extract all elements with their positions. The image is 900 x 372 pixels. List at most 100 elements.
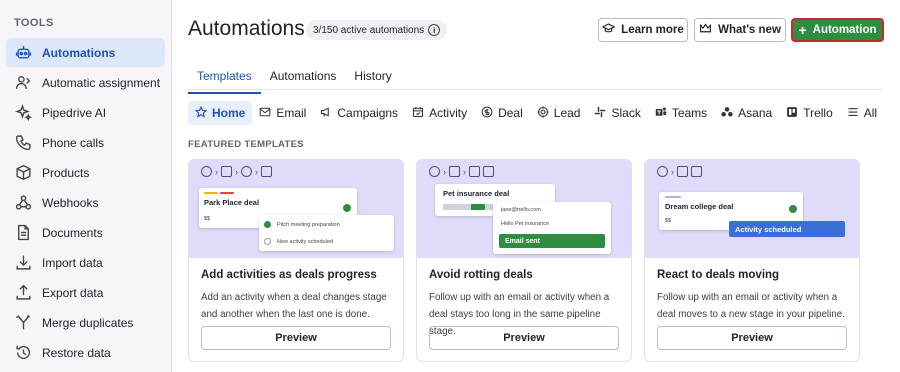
filter-label: Email [276,106,307,120]
filter-label: Teams [671,106,708,120]
deal-amount: $$ [665,218,672,224]
filter-label: Trello [803,106,833,120]
filter-all[interactable]: All [840,101,884,125]
star-icon [194,105,208,121]
learn-more-label: Learn more [621,24,684,36]
sidebar-item-products[interactable]: Products [6,158,165,187]
filter-teams[interactable]: Teams [648,101,714,125]
dollar-icon [429,166,440,177]
robot-icon [14,44,32,62]
email-subject: Hello Pet Insurance [501,221,549,227]
sidebar-item-label: Restore data [42,345,111,360]
card-illustration: › Dream college deal $$ Activity schedul… [645,160,859,258]
filter-slack[interactable]: Slack [587,101,647,125]
box-icon [14,164,32,182]
calendar-icon [469,166,480,177]
template-card[interactable]: › Dream college deal $$ Activity schedul… [644,159,860,362]
sidebar-item-export-data[interactable]: Export data [6,278,165,307]
sidebar-item-phone-calls[interactable]: Phone calls [6,128,165,157]
whats-new-button[interactable]: What's new [694,18,786,42]
workflow-steps: › [657,166,702,177]
calendar-icon [677,166,688,177]
filter-label: Deal [498,106,523,120]
card-description: Add an activity when a deal changes stag… [201,292,387,320]
sidebar-item-label: Import data [42,255,103,270]
webhook-icon [14,194,32,212]
card-description: Follow up with an email or activity when… [657,292,845,320]
sidebar-item-label: Automations [42,45,116,60]
tabs-divider [188,89,882,90]
teams-icon [655,106,667,121]
sidebar-item-documents[interactable]: Documents [6,218,165,247]
status-dot [343,204,351,212]
activity-scheduled-status: Activity scheduled [729,221,845,237]
plus-icon: + [798,22,807,38]
slack-icon [594,106,606,121]
sidebar-item-label: Phone calls [42,135,105,150]
active-count-text: 3/150 active automations [313,24,425,36]
dollar-icon [201,166,212,177]
preview-button[interactable]: Preview [201,326,391,350]
calendar-icon [261,166,272,177]
category-filters: Home Email Campaigns Activity Deal Lead … [188,101,884,125]
filter-label: Activity [429,106,468,120]
sidebar-item-merge-duplicates[interactable]: Merge duplicates [6,308,165,337]
filter-label: Campaigns [337,106,399,120]
sidebar-item-label: Documents [42,225,103,240]
activity-scheduled-text: Activity scheduled [735,224,802,234]
export-icon [14,284,32,302]
calendar-icon [412,106,424,121]
sidebar-section-title: TOOLS [14,17,54,29]
featured-templates-heading: FEATURED TEMPLATES [188,139,304,150]
deal-name: Dream college deal [665,202,734,211]
template-card[interactable]: › › › Park Place deal $$ Pitch meeting p… [188,159,404,362]
filter-deal[interactable]: Deal [474,101,530,125]
trello-icon [786,106,798,121]
preview-button[interactable]: Preview [429,326,619,350]
sidebar-item-import-data[interactable]: Import data [6,248,165,277]
add-automation-button[interactable]: + Automation [791,18,884,42]
email-sent-text: Email sent [505,237,541,245]
info-icon[interactable]: i [428,24,441,36]
card-title: Avoid rotting deals [429,269,533,281]
calendar-icon [221,166,232,177]
filter-label: Lead [553,106,581,120]
filter-email[interactable]: Email [252,101,313,125]
filter-home[interactable]: Home [188,101,253,125]
stage-bar [665,196,681,198]
filter-campaigns[interactable]: Campaigns [313,101,405,125]
sidebar-item-automations[interactable]: Automations [6,38,165,67]
target-icon [537,105,549,121]
sidebar-item-label: Products [42,165,90,180]
phone-icon [14,134,32,152]
sidebar-item-restore-data[interactable]: Restore data [6,338,165,367]
mail-icon [691,166,702,177]
preview-button[interactable]: Preview [657,326,847,350]
email-from: jane@trello.com [501,207,541,213]
filter-activity[interactable]: Activity [405,101,474,125]
deal-name: Pet insurance deal [443,189,510,198]
filter-asana[interactable]: Asana [714,101,779,125]
email-popup: jane@trello.com Hello Pet Insurance Emai… [493,202,611,254]
template-card[interactable]: › › Pet insurance deal jane@trello.com H… [416,159,632,362]
sidebar-item-pipedrive-ai[interactable]: Pipedrive AI [6,98,165,127]
sidebar-item-webhooks[interactable]: Webhooks [6,188,165,217]
activity-popup: Pitch meeting preparation New activity s… [259,215,394,251]
status-dot [789,205,797,213]
megaphone-icon [320,106,332,121]
stage-bar [220,192,234,194]
sidebar-item-label: Pipedrive AI [42,105,107,120]
card-title: React to deals moving [657,269,780,281]
sidebar-list: Automations Automatic assignment Pipedri… [6,38,165,368]
sidebar-item-automatic-assignment[interactable]: Automatic assignment [6,68,165,97]
sparkle-icon [14,104,32,122]
mail-icon [483,166,494,177]
stage-progress-fill [471,204,485,210]
card-illustration: › › Pet insurance deal jane@trello.com H… [417,160,631,258]
learn-more-button[interactable]: Learn more [598,18,688,42]
filter-lead[interactable]: Lead [530,101,588,125]
assignment-icon [14,74,32,92]
filter-trello[interactable]: Trello [779,101,840,125]
list-icon [847,106,859,121]
restore-icon [14,344,32,362]
